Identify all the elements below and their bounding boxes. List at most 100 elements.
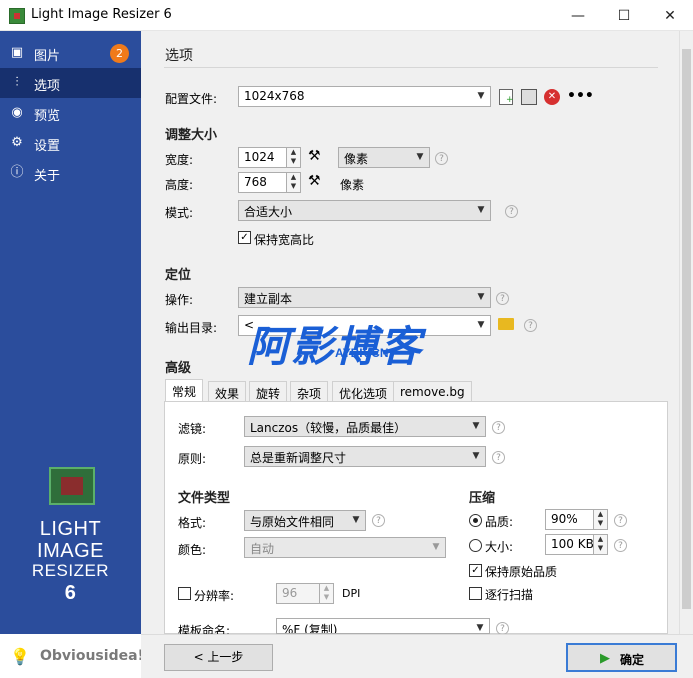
watermark-logo: 阿影博客 (247, 323, 424, 370)
lightbulb-icon: 💡 (10, 647, 30, 666)
size-input[interactable]: 100 KB ▲ ▼ (545, 534, 608, 555)
save-profile-icon[interactable] (521, 89, 537, 105)
chevron-down-icon: ▼ (477, 91, 485, 101)
info-icon: ⓘ (10, 165, 24, 180)
chevron-down-icon: ▼ (472, 421, 480, 431)
quality-input[interactable]: 90% ▲ ▼ (545, 509, 608, 530)
chevron-down-icon: ▼ (477, 292, 485, 302)
height-input[interactable]: 768 ▲ ▼ (238, 172, 301, 193)
tab-optimization[interactable]: 优化选项 (332, 381, 395, 402)
eye-icon: ◉ (11, 105, 23, 120)
maximize-button[interactable]: ☐ (601, 0, 647, 31)
help-icon[interactable]: ? (492, 451, 505, 464)
sidebar-item-label: 图片 (34, 49, 61, 64)
gear-icon: ⚙ (11, 135, 23, 150)
format-select[interactable]: 与原始文件相同 ▼ (244, 510, 366, 531)
more-options-icon[interactable]: ••• (567, 88, 594, 104)
template-select[interactable]: %F (复制) ▼ (276, 618, 490, 634)
width-input[interactable]: 1024 ▲ ▼ (238, 147, 301, 168)
sidebar-item-preview[interactable]: ◉ 预览 (0, 98, 141, 128)
help-icon[interactable]: ? (372, 514, 385, 527)
mode-select[interactable]: 合适大小 ▼ (238, 200, 491, 221)
height-spinner: ▲ ▼ (286, 173, 300, 192)
help-icon[interactable]: ? (435, 152, 448, 165)
app-logo-image (49, 467, 95, 505)
app-icon (9, 8, 25, 24)
keep-ratio-checkbox[interactable]: ✓ (238, 231, 251, 244)
tab-misc[interactable]: 杂项 (290, 381, 329, 402)
tab-general[interactable]: 常规 (165, 379, 204, 402)
action-label: 操作: (165, 293, 194, 307)
minimize-button[interactable]: — (555, 0, 601, 31)
back-button[interactable]: < 上一步 (164, 644, 273, 671)
brand-area: 💡 Obviousidea! (0, 634, 144, 678)
logo-line-version: 6 (64, 582, 77, 604)
sidebar-item-label: 关于 (34, 169, 61, 184)
sidebar-item-about[interactable]: ⓘ 关于 (0, 158, 141, 188)
help-icon[interactable]: ? (492, 421, 505, 434)
images-count-badge: 2 (110, 44, 129, 63)
close-button[interactable]: ✕ (647, 0, 693, 31)
rule-select[interactable]: 总是重新调整尺寸 ▼ (244, 446, 486, 467)
progressive-checkbox[interactable] (469, 587, 482, 600)
unit-select[interactable]: 像素 ▼ (338, 147, 430, 168)
logo-line-light: LIGHT (39, 518, 102, 540)
resize-heading: 调整大小 (165, 128, 218, 143)
title-bar: Light Image Resizer 6 — ☐ ✕ (0, 0, 693, 31)
tab-effects[interactable]: 效果 (208, 381, 247, 402)
quality-spinner: ▲ ▼ (593, 510, 607, 529)
chevron-down-icon: ▼ (477, 205, 485, 215)
resolution-spinner: ▲ ▼ (319, 584, 333, 603)
action-select[interactable]: 建立副本 ▼ (238, 287, 491, 308)
help-icon[interactable]: ? (505, 205, 518, 218)
color-label: 颜色: (178, 543, 207, 557)
size-radio[interactable] (469, 539, 482, 552)
help-icon[interactable]: ? (496, 292, 509, 305)
compression-heading: 压缩 (469, 491, 496, 506)
keep-quality-checkbox[interactable]: ✓ (469, 564, 482, 577)
advanced-heading: 高级 (165, 361, 192, 376)
magic-wand-icon[interactable]: ⚒ (308, 173, 321, 189)
help-icon[interactable]: ? (614, 514, 627, 527)
page-title: 选项 (165, 48, 193, 64)
sidebar-item-label: 选项 (34, 79, 61, 94)
tab-rotate[interactable]: 旋转 (249, 381, 288, 402)
height-label: 高度: (165, 178, 194, 192)
chevron-down-icon: ▼ (477, 320, 485, 330)
ok-button[interactable]: ▶ 确定 (566, 643, 677, 672)
filter-select[interactable]: Lanczos（较慢，品质最佳） ▼ (244, 416, 486, 437)
sidebar-item-settings[interactable]: ⚙ 设置 (0, 128, 141, 158)
resolution-checkbox[interactable] (178, 587, 191, 600)
brand-logo[interactable]: Obviousidea! (40, 648, 144, 664)
width-label: 宽度: (165, 153, 194, 167)
width-spinner: ▲ ▼ (286, 148, 300, 167)
sidebar-item-images[interactable]: ▣ 图片 2 (0, 38, 141, 68)
size-spinner: ▲ ▼ (593, 535, 607, 554)
color-select[interactable]: 自动 ▼ (244, 537, 446, 558)
sidebar-item-options[interactable]: ⫶ 选项 (0, 68, 141, 98)
help-icon[interactable]: ? (614, 539, 627, 552)
help-icon[interactable]: ? (524, 319, 537, 332)
sidebar-item-label: 预览 (34, 109, 61, 124)
resolution-input[interactable]: 96 ▲ ▼ (276, 583, 334, 604)
location-heading: 定位 (165, 268, 192, 283)
window-title: Light Image Resizer 6 (31, 7, 172, 22)
play-icon: ▶ (600, 651, 610, 666)
chevron-down-icon: ▼ (476, 623, 484, 633)
vertical-scrollbar[interactable] (679, 31, 693, 634)
rule-label: 原则: (178, 452, 207, 466)
mode-label: 模式: (165, 206, 194, 220)
keep-quality-label: 保持原始品质 (485, 565, 558, 579)
delete-profile-icon[interactable]: ✕ (544, 89, 560, 105)
output-dir-label: 输出目录: (165, 321, 218, 335)
tab-removebg[interactable]: remove.bg (393, 381, 472, 402)
profile-select[interactable]: 1024x768 ▼ (238, 86, 491, 107)
new-profile-icon[interactable]: + (499, 89, 514, 105)
dpi-label: DPI (342, 587, 361, 600)
quality-label: 品质: (485, 515, 514, 529)
chevron-down-icon: ▼ (416, 152, 424, 162)
folder-icon[interactable] (498, 318, 514, 330)
quality-radio[interactable] (469, 514, 482, 527)
magic-wand-icon[interactable]: ⚒ (308, 148, 321, 164)
ok-label: 确定 (620, 653, 645, 667)
